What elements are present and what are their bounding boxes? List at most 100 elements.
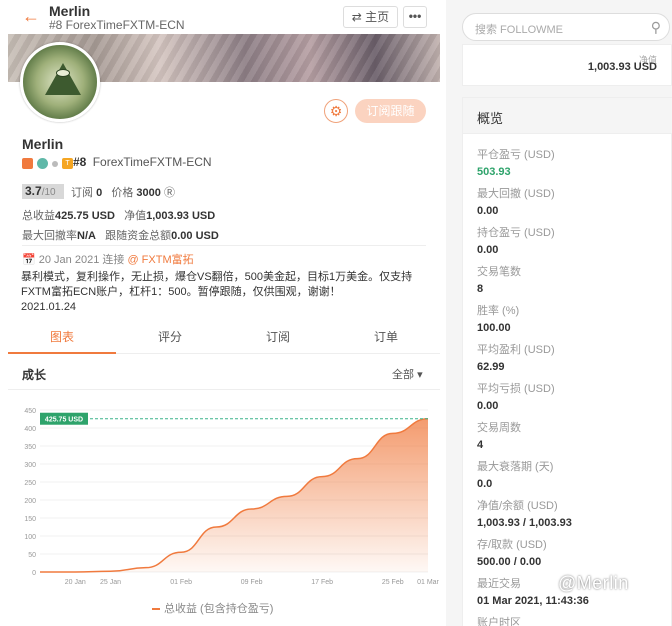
x-tick-label: 25 Jan xyxy=(100,579,121,586)
gear-icon[interactable]: ⚙ xyxy=(324,99,348,123)
equity-card: 净值 1,003.93 USD xyxy=(462,44,672,86)
overview-item: 平均亏损 (USD) 0.00 xyxy=(477,380,555,412)
page-title: Merlin xyxy=(49,3,91,19)
equity-card-value: 1,003.93 USD xyxy=(587,61,657,73)
calendar-icon: 📅 xyxy=(22,254,36,266)
tab-rating[interactable]: 评分 xyxy=(116,322,224,354)
y-tick-label: 300 xyxy=(24,462,36,469)
tab-orders[interactable]: 订单 xyxy=(332,322,440,354)
overview-item-value: 8 xyxy=(477,283,484,295)
chart-legend[interactable]: 总收益 (包含持仓盈亏) xyxy=(152,600,273,616)
copy-funds-value: 0.00 USD xyxy=(171,230,219,242)
overview-item-label: 最大衰落期 (天) xyxy=(477,461,554,473)
overview-item-label: 平均盈利 (USD) xyxy=(477,344,555,356)
description-date: 2021.01.24 xyxy=(21,301,77,313)
x-tick-label: 01 Feb xyxy=(170,579,192,586)
account-number: #8 xyxy=(73,155,87,169)
overview-item-label: 交易笔数 xyxy=(477,266,521,278)
overview-item-value: 0.00 xyxy=(477,244,499,256)
overview-item: 交易笔数 8 xyxy=(477,263,521,295)
overview-item-value: 62.99 xyxy=(477,361,505,373)
rating-max: /10 xyxy=(41,187,56,198)
y-tick-label: 450 xyxy=(24,408,36,415)
x-tick-label: 25 Feb xyxy=(382,579,404,586)
x-tick-label: 20 Jan xyxy=(65,579,86,586)
x-tick-label: 01 Mar xyxy=(417,579,439,586)
watermark: @Merlin xyxy=(558,573,629,594)
y-tick-label: 150 xyxy=(24,516,36,523)
overview-item-label: 存/取款 (USD) xyxy=(477,539,547,551)
search-box[interactable]: 搜索 FOLLOWME ⚲ xyxy=(462,13,670,41)
growth-chart: 0 50 100 150 200 250 300 350 400 450 425.75 USD 20 … xyxy=(24,408,439,586)
page-subtitle: #8 ForexTimeFXTM-ECN xyxy=(49,18,185,32)
subscription-meta: 订阅 0 价格 3000 Ⓡ xyxy=(71,187,175,199)
y-tick-label: 350 xyxy=(24,444,36,451)
back-arrow-icon[interactable]: ← xyxy=(22,6,40,26)
overview-item-value: 4 xyxy=(477,439,484,451)
caret-down-icon: ▾ xyxy=(417,369,423,381)
overview-item-label: 账户时区 xyxy=(477,617,521,626)
avatar[interactable] xyxy=(20,42,100,122)
overview-item-label: 平仓盈亏 (USD) xyxy=(477,149,555,161)
pnl-row: 总收益425.75 USD 净值1,003.93 USD xyxy=(22,210,216,222)
level-badge-icon xyxy=(22,158,33,170)
y-tick-label: 400 xyxy=(24,426,36,433)
more-button[interactable]: ••• xyxy=(403,6,427,28)
divider xyxy=(8,389,440,390)
overview-item-label: 交易周数 xyxy=(477,422,521,434)
eye-icon xyxy=(56,69,70,77)
overview-item-label: 持仓盈亏 (USD) xyxy=(477,227,555,239)
search-input[interactable]: 搜索 FOLLOWME xyxy=(475,21,563,37)
overview-item: 净值/余额 (USD) 1,003.93 / 1,003.93 xyxy=(477,497,572,529)
overview-item: 最大回撤 (USD) 0.00 xyxy=(477,185,555,217)
tab-chart[interactable]: 图表 xyxy=(8,322,116,354)
x-tick-label: 09 Feb xyxy=(241,579,263,586)
total-pnl-value: 425.75 USD xyxy=(55,210,115,222)
top-bar: ← Merlin #8 ForexTimeFXTM-ECN ⇄ 主页 ••• xyxy=(0,0,446,34)
watermark-text: @Merlin xyxy=(558,573,629,593)
overview-item: 胜率 (%) 100.00 xyxy=(477,302,519,334)
broker-link[interactable]: @ FXTM富拓 xyxy=(127,254,193,266)
badge-row: T xyxy=(22,155,77,170)
overview-item-value: 1,003.93 / 1,003.93 xyxy=(477,517,572,529)
t-badge-icon: T xyxy=(62,158,73,170)
y-tick-label: 0 xyxy=(32,570,36,577)
tab-bar: 图表 评分 订阅 订单 xyxy=(8,322,440,354)
y-tick-label: 250 xyxy=(24,480,36,487)
overview-item: 平均盈利 (USD) 62.99 xyxy=(477,341,555,373)
overview-item-label: 胜率 (%) xyxy=(477,305,520,317)
sidebar: 搜索 FOLLOWME ⚲ 净值 1,003.93 USD 概览 平仓盈亏 (U… xyxy=(446,0,672,626)
pyramid-icon xyxy=(45,63,81,95)
home-button[interactable]: ⇄ 主页 xyxy=(343,6,398,28)
subscriptions-count: 0 xyxy=(96,187,103,199)
overview-item-value: 100.00 xyxy=(477,322,511,334)
broker-name: ForexTimeFXTM-ECN xyxy=(92,155,212,169)
overview-item-value: 0.0 xyxy=(477,478,493,490)
overview-item-value: 503.93 xyxy=(477,166,511,178)
overview-item: 最大衰落期 (天) 0.0 xyxy=(477,458,553,490)
price-value: 3000 xyxy=(136,187,161,199)
subscribe-button[interactable]: 订阅跟随 xyxy=(355,99,426,123)
overview-item-value: 0.00 xyxy=(477,400,499,412)
growth-title: 成长 xyxy=(22,368,47,382)
overview-title: 概览 xyxy=(463,98,672,134)
overview-item: 持仓盈亏 (USD) 0.00 xyxy=(477,224,555,256)
overview-item-value: 01 Mar 2021, 11:43:36 xyxy=(477,595,589,607)
search-icon[interactable]: ⚲ xyxy=(651,19,661,36)
rating-value: 3.7 xyxy=(25,184,42,198)
equity-value: 1,003.93 USD xyxy=(146,210,216,222)
x-tick-label: 17 Feb xyxy=(311,579,333,586)
trader-name: Merlin xyxy=(22,136,64,152)
main-panel: ← Merlin #8 ForexTimeFXTM-ECN ⇄ 主页 ••• ⚙… xyxy=(0,0,446,626)
divider xyxy=(22,245,426,246)
overview-item-value: 0.00 xyxy=(477,205,499,217)
overview-item-label: 净值/余额 (USD) xyxy=(477,500,558,512)
y-tick-label: 50 xyxy=(28,552,36,559)
overview-item: 账户时区 xyxy=(477,614,521,626)
range-select[interactable]: 全部 ▾ xyxy=(392,366,423,382)
tab-subscribe[interactable]: 订阅 xyxy=(224,322,332,354)
coin-icon: Ⓡ xyxy=(163,187,175,199)
overview-item: 交易周数 4 xyxy=(477,419,521,451)
overview-item-label: 最大回撤 (USD) xyxy=(477,188,555,200)
overview-item-value: 500.00 / 0.00 xyxy=(477,556,542,568)
